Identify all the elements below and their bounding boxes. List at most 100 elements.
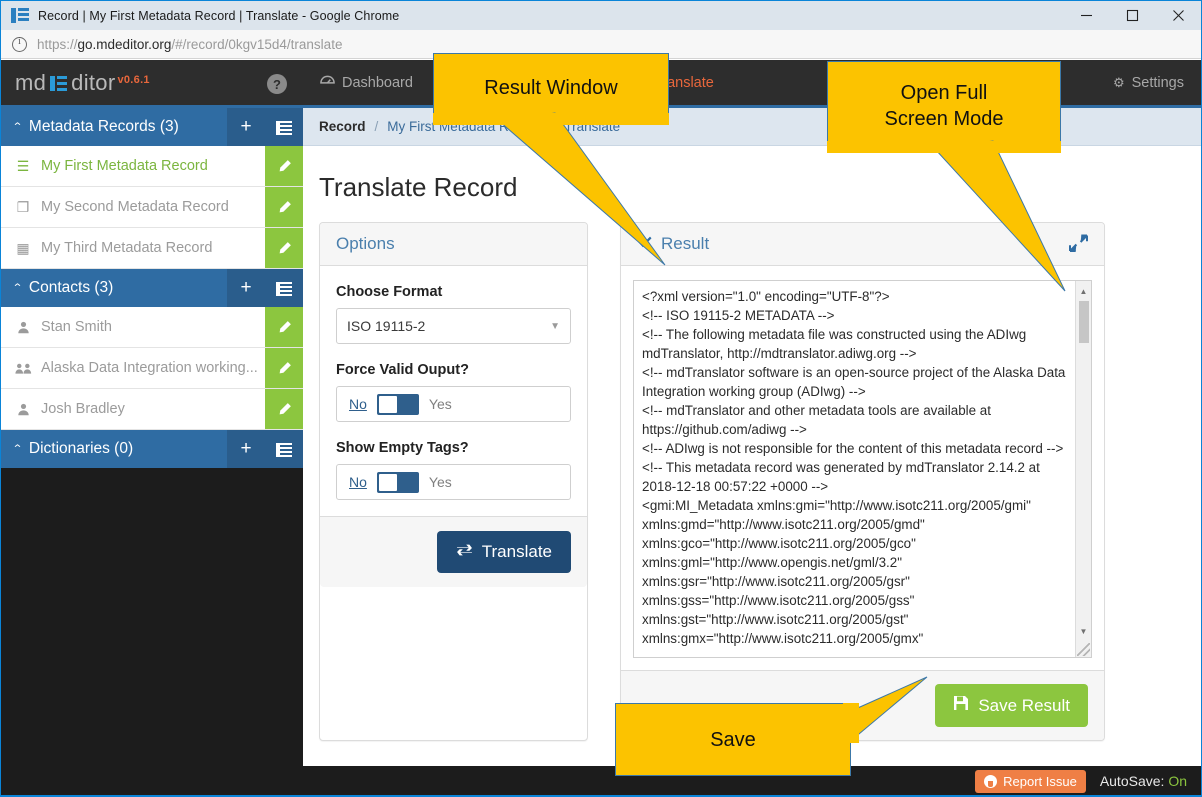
edit-contact-button[interactable] [265, 307, 303, 347]
add-dictionary-button[interactable]: + [227, 430, 265, 468]
options-panel: Options Choose Format ISO 19115-2 ▼ Forc… [319, 222, 588, 741]
edit-record-button[interactable] [265, 146, 303, 186]
toggle-option-yes[interactable]: Yes [429, 474, 452, 490]
window-title: Record | My First Metadata Record | Tran… [38, 8, 400, 23]
list-item-label: My Second Metadata Record [41, 199, 229, 215]
minimize-button[interactable] [1063, 1, 1109, 30]
resize-grip[interactable] [1077, 643, 1090, 656]
autosave-status: AutoSave: On [1100, 773, 1187, 789]
brand-name-left: md [15, 69, 47, 95]
chevron-up-icon: ⌃ [12, 120, 23, 133]
options-panel-footer: Translate [320, 516, 587, 587]
sidebar-group-title: Metadata Records (3) [28, 118, 179, 135]
help-icon[interactable]: ? [267, 74, 287, 94]
nav-item-settings[interactable]: ⚙ Settings [1096, 59, 1201, 107]
close-button[interactable] [1155, 1, 1201, 30]
toggle-switch[interactable] [376, 471, 419, 493]
add-contact-button[interactable]: + [227, 269, 265, 307]
browser-window: Record | My First Metadata Record | Tran… [0, 0, 1202, 797]
force-valid-output-toggle[interactable]: No Yes [336, 386, 571, 422]
github-icon [984, 774, 998, 788]
image-icon: ▦ [16, 239, 30, 256]
window-controls [1063, 1, 1201, 30]
report-issue-label: Report Issue [1003, 773, 1077, 789]
sidebar-group-title: Dictionaries (0) [28, 440, 134, 457]
database-icon: ☰ [16, 157, 30, 174]
edit-record-button[interactable] [265, 187, 303, 227]
result-panel-body: <?xml version="1.0" encoding="UTF-8"?> <… [621, 266, 1104, 670]
list-item-label: Alaska Data Integration working... [41, 360, 258, 376]
list-item-label: Stan Smith [41, 319, 112, 335]
dashboard-icon [320, 75, 335, 91]
list-item[interactable]: Josh Bradley [1, 389, 303, 430]
choose-format-label: Choose Format [336, 284, 443, 300]
list-contacts-button[interactable] [265, 269, 303, 307]
toggle-switch[interactable] [376, 393, 419, 415]
list-item[interactable]: Stan Smith [1, 307, 303, 348]
breadcrumb-separator: / [374, 119, 379, 134]
brand-logo: md ditor v0.6.1 [15, 70, 150, 96]
translate-button-label: Translate [481, 542, 552, 561]
status-bar: Report Issue AutoSave: On [1, 766, 1201, 795]
breadcrumb-item-record[interactable]: Record [319, 119, 366, 134]
sidebar-group-dictionaries[interactable]: ⌃ Dictionaries (0) + [1, 430, 303, 468]
list-dictionaries-button[interactable] [265, 430, 303, 468]
chevron-down-icon: ▼ [550, 320, 560, 332]
sidebar-empty-area [1, 468, 303, 710]
brand-name-right: ditor [71, 69, 116, 95]
toggle-option-no[interactable]: No [349, 474, 367, 490]
copy-icon: ❐ [16, 198, 30, 215]
options-panel-body: Choose Format ISO 19115-2 ▼ Force Valid … [320, 266, 587, 516]
nav-item-label: Settings [1131, 74, 1184, 91]
callout-full-screen-line2: Screen Mode [884, 108, 1004, 130]
show-empty-tags-toggle[interactable]: No Yes [336, 464, 571, 500]
result-textarea[interactable]: <?xml version="1.0" encoding="UTF-8"?> <… [633, 280, 1092, 658]
sidebar-group-title: Contacts (3) [28, 279, 114, 296]
person-icon [13, 321, 33, 334]
group-icon [13, 362, 33, 375]
edit-contact-button[interactable] [265, 348, 303, 388]
list-item-label: My First Metadata Record [41, 158, 208, 174]
mdeditor-logo-icon [11, 8, 29, 23]
sidebar-group-contacts[interactable]: ⌃ Contacts (3) + [1, 269, 303, 307]
scroll-down-icon[interactable]: ▼ [1076, 623, 1091, 639]
translate-button[interactable]: Translate [436, 531, 571, 573]
brand-mark-icon [50, 75, 68, 91]
translate-icon [456, 542, 473, 562]
sidebar: md ditor v0.6.1 ? ⌃ Metadata Records (3)… [1, 60, 303, 795]
callout-save-label: Save [615, 703, 851, 776]
toggle-option-no[interactable]: No [349, 396, 367, 412]
add-metadata-record-button[interactable]: + [227, 108, 265, 146]
list-item[interactable]: Alaska Data Integration working... [1, 348, 303, 389]
result-xml-text[interactable]: <?xml version="1.0" encoding="UTF-8"?> <… [634, 281, 1074, 657]
site-info-icon[interactable] [12, 36, 27, 52]
list-item-label: Josh Bradley [41, 401, 125, 417]
brand-version: v0.6.1 [117, 73, 150, 86]
format-select[interactable]: ISO 19115-2 ▼ [336, 308, 571, 344]
url-text[interactable]: https://go.mdeditor.org/#/record/0kgv15d… [37, 37, 342, 52]
callout-save: Save [615, 676, 928, 776]
sidebar-brandbar: md ditor v0.6.1 ? [1, 60, 303, 108]
list-metadata-records-button[interactable] [265, 108, 303, 146]
callout-full-screen-label: Open Full Screen Mode [827, 61, 1061, 151]
list-item[interactable]: ❐ My Second Metadata Record [1, 187, 303, 228]
list-item[interactable]: ☰ My First Metadata Record [1, 146, 303, 187]
callout-result-window: Result Window [433, 53, 669, 266]
toggle-option-yes[interactable]: Yes [429, 396, 452, 412]
nav-item-dashboard[interactable]: Dashboard [303, 59, 430, 107]
scrollbar-thumb[interactable] [1079, 301, 1089, 343]
show-empty-tags-label: Show Empty Tags? [336, 440, 469, 456]
result-scrollbar[interactable]: ▲ ▼ [1075, 281, 1091, 657]
autosave-label: AutoSave: [1099, 773, 1165, 789]
format-select-value: ISO 19115-2 [347, 318, 426, 334]
report-issue-button[interactable]: Report Issue [975, 769, 1086, 793]
browser-titlebar: Record | My First Metadata Record | Tran… [1, 1, 1201, 30]
maximize-button[interactable] [1109, 1, 1155, 30]
sidebar-group-metadata-records[interactable]: ⌃ Metadata Records (3) + [1, 108, 303, 146]
list-item[interactable]: ▦ My Third Metadata Record [1, 228, 303, 269]
edit-record-button[interactable] [265, 228, 303, 268]
edit-contact-button[interactable] [265, 389, 303, 429]
chevron-up-icon: ⌃ [12, 281, 23, 294]
person-icon [13, 403, 33, 416]
nav-item-label: Dashboard [342, 74, 413, 91]
